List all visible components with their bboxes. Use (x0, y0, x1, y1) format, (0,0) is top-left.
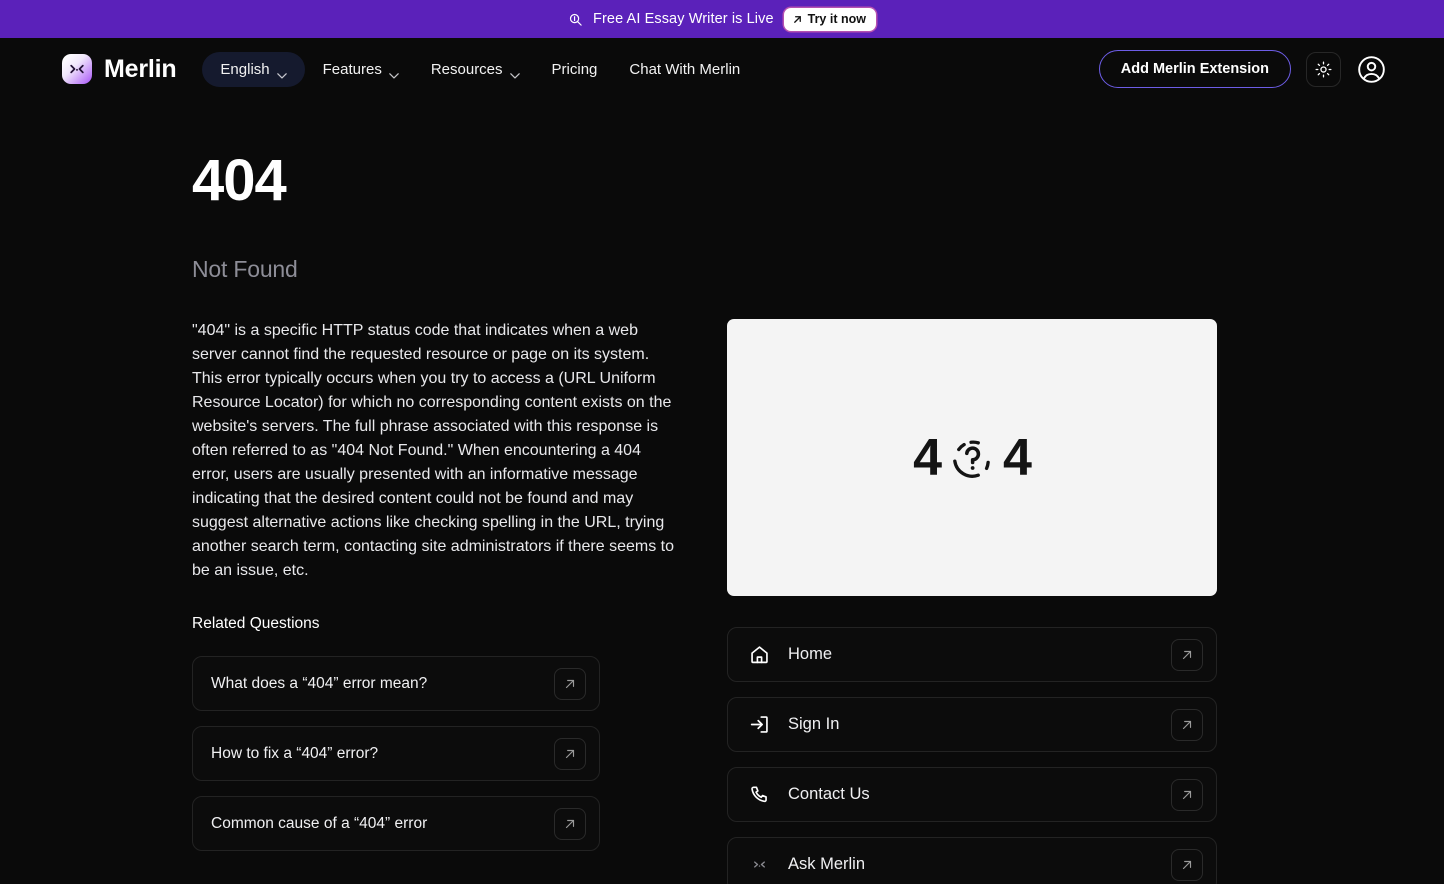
nav-item-english[interactable]: English (202, 51, 305, 87)
error-illustration: 4 4 (727, 319, 1217, 596)
merlin-logo-icon (749, 854, 770, 875)
open-link-button[interactable] (1171, 778, 1203, 811)
error-description: "404" is a specific HTTP status code tha… (192, 322, 674, 579)
left-column: "404" is a specific HTTP status code tha… (192, 319, 682, 884)
quick-link-contact-us[interactable]: Contact Us (727, 767, 1217, 822)
quick-links-list: Home Sign In Contact Us Ask Merlin (727, 627, 1217, 884)
quick-link-label: Sign In (788, 715, 840, 733)
home-icon (749, 644, 770, 665)
brand-logo[interactable]: Merlin (62, 54, 177, 84)
announcement-banner: Free AI Essay Writer is Live Try it now (0, 0, 1444, 38)
nav-actions: Add Merlin Extension (1098, 50, 1386, 88)
merlin-logo-icon (62, 54, 92, 84)
content-columns: "404" is a specific HTTP status code tha… (192, 319, 1444, 884)
hero-digit-right: 4 (1003, 428, 1032, 487)
try-it-now-button[interactable]: Try it now (783, 7, 876, 31)
quick-link-label: Contact Us (788, 785, 870, 803)
arrow-up-right-icon (563, 677, 577, 691)
brand-name: Merlin (104, 54, 177, 83)
nav-item-features-label: Features (322, 60, 382, 78)
add-merlin-extension-button[interactable]: Add Merlin Extension (1098, 50, 1291, 88)
nav-item-resources-label: Resources (430, 60, 503, 78)
chevron-down-icon (389, 66, 399, 79)
page-title: 404 (192, 148, 287, 213)
nav-links: English Features Resources Pricing Chat … (202, 51, 754, 87)
arrow-up-right-icon (1180, 648, 1194, 662)
related-question-item[interactable]: Common cause of a “404” error (192, 796, 600, 851)
related-question-label: How to fix a “404” error? (211, 744, 379, 762)
try-it-now-label: Try it now (807, 12, 866, 26)
page-subtitle: Not Found (192, 256, 298, 282)
quick-link-ask-merlin[interactable]: Ask Merlin (727, 837, 1217, 884)
banner-text: Free AI Essay Writer is Live (593, 11, 774, 27)
theme-toggle-button[interactable] (1306, 51, 1341, 87)
nav-item-pricing[interactable]: Pricing (538, 52, 612, 87)
related-question-label: Common cause of a “404” error (211, 814, 428, 832)
chevron-down-icon (276, 66, 287, 79)
dashed-circle-question-icon (947, 433, 997, 483)
arrow-up-right-icon (563, 817, 577, 831)
arrow-up-right-icon (563, 747, 577, 761)
top-navigation-bar: Merlin English Features Resources Pricin… (0, 38, 1444, 100)
nav-item-chat-with-merlin-label: Chat With Merlin (629, 60, 741, 78)
quick-link-label: Home (788, 645, 833, 663)
arrow-up-right-icon (792, 14, 803, 25)
related-question-item[interactable]: What does a “404” error mean? (192, 656, 600, 711)
quick-link-sign-in[interactable]: Sign In (727, 697, 1217, 752)
sun-icon (1315, 60, 1332, 78)
chevron-down-icon (509, 66, 520, 79)
related-questions-list: What does a “404” error mean? How to fix… (192, 656, 682, 851)
phone-icon (749, 784, 770, 805)
arrow-up-right-icon (1180, 718, 1194, 732)
open-link-button[interactable] (1171, 708, 1203, 741)
nav-item-resources[interactable]: Resources (417, 52, 534, 87)
nav-item-chat-with-merlin[interactable]: Chat With Merlin (615, 52, 754, 87)
open-question-button[interactable] (554, 667, 586, 700)
hero-digit-left: 4 (913, 428, 942, 487)
open-question-button[interactable] (554, 737, 586, 770)
nav-item-features[interactable]: Features (309, 52, 413, 87)
nav-item-english-label: English (220, 60, 270, 78)
related-question-item[interactable]: How to fix a “404” error? (192, 726, 600, 781)
right-column: 4 4 Home Sign In Contact Us Ask Merlin (727, 319, 1217, 884)
search-sparkle-icon (568, 12, 583, 27)
user-circle-icon (1357, 55, 1386, 84)
main-content: 404 Not Found "404" is a specific HTTP s… (0, 100, 1444, 884)
open-question-button[interactable] (554, 807, 586, 840)
login-icon (749, 714, 770, 735)
related-question-label: What does a “404” error mean? (211, 674, 428, 692)
arrow-up-right-icon (1180, 858, 1194, 872)
nav-item-pricing-label: Pricing (551, 60, 598, 78)
open-link-button[interactable] (1171, 848, 1203, 881)
arrow-up-right-icon (1180, 788, 1194, 802)
related-questions-heading: Related Questions (192, 615, 320, 632)
account-button[interactable] (1356, 54, 1386, 84)
quick-link-home[interactable]: Home (727, 627, 1217, 682)
quick-link-label: Ask Merlin (788, 855, 866, 873)
open-link-button[interactable] (1171, 638, 1203, 671)
